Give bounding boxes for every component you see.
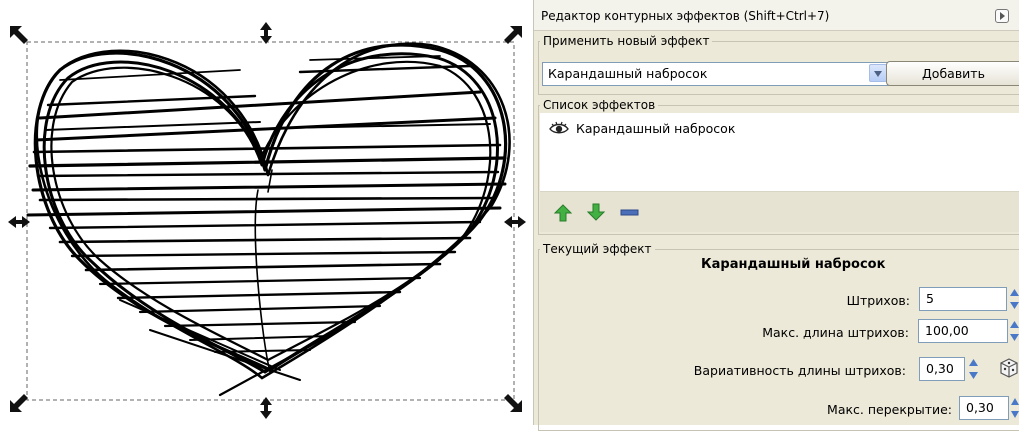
handle-se-icon[interactable] bbox=[504, 394, 522, 412]
remove-icon[interactable] bbox=[620, 209, 640, 217]
effect-select[interactable]: Карандашный набросок bbox=[542, 62, 889, 86]
panel-title: Редактор контурных эффектов (Shift+Ctrl+… bbox=[541, 9, 830, 23]
dice-icon[interactable] bbox=[997, 356, 1019, 380]
length-variation-label: Вариативность длины штрихов: bbox=[693, 363, 906, 378]
chevron-down-icon[interactable] bbox=[869, 64, 887, 82]
list-item-label: Карандашный набросок bbox=[576, 121, 736, 136]
handle-e-icon[interactable] bbox=[504, 216, 526, 228]
effects-list-toolbar bbox=[540, 191, 1019, 232]
effect-select-value: Карандашный набросок bbox=[548, 66, 708, 81]
effects-list[interactable]: Карандашный набросок bbox=[540, 113, 1019, 191]
handle-sw-icon[interactable] bbox=[10, 394, 28, 412]
max-overlap-field[interactable]: 0,30 bbox=[959, 396, 1009, 420]
strokes-field[interactable]: 5 bbox=[919, 287, 1007, 311]
length-variation-spinner-icon[interactable] bbox=[968, 357, 980, 381]
current-effect-legend: Текущий эффект bbox=[540, 242, 655, 256]
canvas-svg bbox=[8, 22, 526, 419]
max-length-label: Макс. длина штрихов: bbox=[762, 325, 909, 340]
handle-nw-icon[interactable] bbox=[10, 26, 28, 44]
handle-n-icon[interactable] bbox=[260, 22, 272, 44]
eye-icon[interactable] bbox=[548, 120, 570, 136]
max-length-spinner-icon[interactable] bbox=[1009, 319, 1019, 343]
max-length-field[interactable]: 100,00 bbox=[918, 319, 1008, 343]
max-overlap-label: Макс. перекрытие: bbox=[827, 402, 952, 417]
handle-ne-icon[interactable] bbox=[504, 26, 522, 44]
strokes-spinner-icon[interactable] bbox=[1009, 287, 1019, 311]
length-variation-field[interactable]: 0,30 bbox=[919, 357, 965, 381]
path-effects-panel: Редактор контурных эффектов (Shift+Ctrl+… bbox=[533, 0, 1019, 431]
panel-title-bar[interactable]: Редактор контурных эффектов (Shift+Ctrl+… bbox=[534, 0, 1019, 31]
arrow-up-icon[interactable] bbox=[554, 204, 572, 222]
apply-effect-legend: Применить новый эффект bbox=[540, 34, 713, 48]
undock-icon[interactable] bbox=[995, 9, 1009, 23]
strokes-label: Штрихов: bbox=[846, 293, 910, 308]
current-effect-name: Карандашный набросок bbox=[701, 257, 886, 272]
effects-list-legend: Список эффектов bbox=[540, 98, 659, 112]
max-overlap-spinner-icon[interactable] bbox=[1010, 396, 1019, 420]
pencil-sketch-heart[interactable] bbox=[26, 42, 511, 397]
drawing-canvas[interactable] bbox=[0, 0, 532, 425]
add-effect-button[interactable]: Добавить bbox=[886, 61, 1019, 86]
arrow-down-icon[interactable] bbox=[587, 203, 605, 221]
